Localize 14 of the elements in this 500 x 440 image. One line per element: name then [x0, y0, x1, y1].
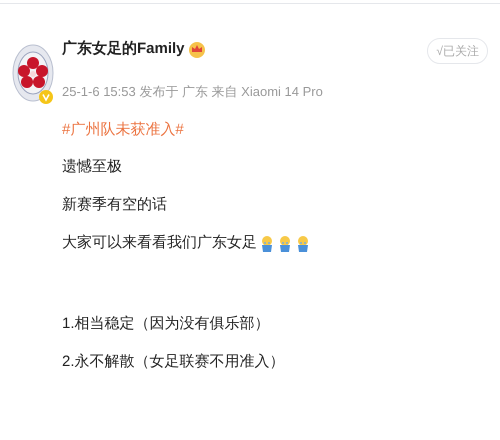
- list-item-text: 2.永不解散（女足联赛不用准入）: [62, 352, 286, 372]
- post-text: 新赛季有空的话: [62, 195, 167, 216]
- crying-emoji-icon: [295, 234, 311, 252]
- post-text: 大家可以来看看我们广东女足: [62, 233, 257, 254]
- author-name[interactable]: 广东女足的Family: [62, 38, 185, 60]
- crying-emoji-icon: [277, 234, 293, 252]
- hashtag-link[interactable]: #广州队未获准入#: [62, 116, 488, 144]
- avatar-icon[interactable]: [12, 44, 54, 102]
- post-meta: 25-1-6 15:53 发布于 广东 来自 Xiaomi 14 Pro: [62, 83, 323, 101]
- post-text: 遗憾至极: [62, 157, 122, 178]
- crown-icon: [186, 40, 207, 58]
- crying-emoji-icon: [259, 234, 275, 252]
- list-item-text: 1.相当稳定（因为没有俱乐部）: [62, 314, 271, 334]
- follow-button[interactable]: √已关注: [427, 38, 488, 64]
